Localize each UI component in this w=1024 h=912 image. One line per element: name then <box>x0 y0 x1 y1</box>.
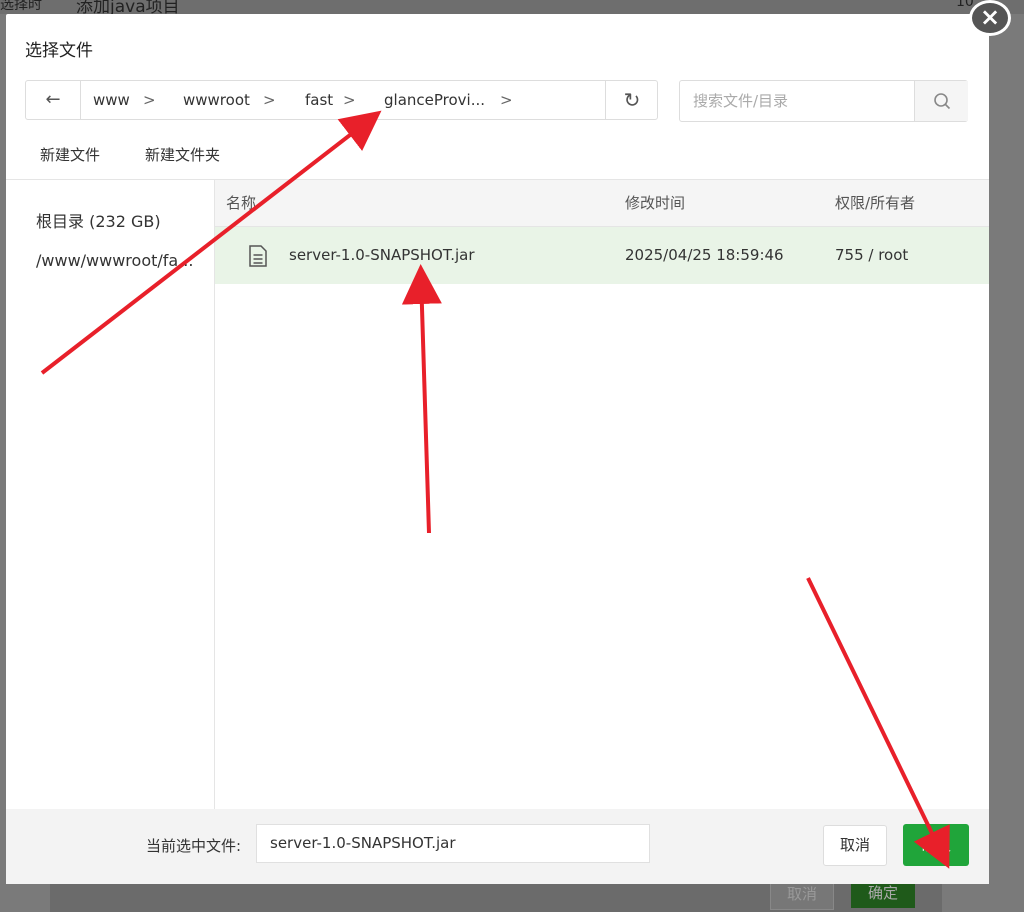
file-browser-pane: 根目录 (232 GB) /www/wwwroot/fa... 名称 修改时间 … <box>6 179 989 810</box>
file-modified-time: 2025/04/25 18:59:46 <box>625 246 784 264</box>
selected-file-field[interactable]: server-1.0-SNAPSHOT.jar <box>256 824 650 863</box>
breadcrumb-item-wwwroot[interactable]: wwwroot <box>183 81 250 119</box>
chevron-right-icon: > <box>263 91 276 109</box>
close-button[interactable]: × <box>969 0 1011 36</box>
sidebar-item-current-path[interactable]: /www/wwwroot/fa... <box>36 251 193 270</box>
search-box <box>679 80 968 122</box>
file-list-header: 名称 修改时间 权限/所有者 <box>215 180 989 227</box>
refresh-icon: ↻ <box>623 88 641 112</box>
dialog-footer: 当前选中文件: server-1.0-SNAPSHOT.jar 取消 确认 <box>6 809 989 884</box>
chevron-right-icon: > <box>500 91 513 109</box>
background-left-text: 选择时 <box>0 0 42 13</box>
file-name: server-1.0-SNAPSHOT.jar <box>289 246 475 264</box>
column-header-name[interactable]: 名称 <box>226 180 256 226</box>
selected-file-label: 当前选中文件: <box>146 837 242 855</box>
path-breadcrumb-bar: ← www > wwwroot > fast > glanceProvi... … <box>25 80 658 120</box>
breadcrumb-item-www[interactable]: www <box>93 81 130 119</box>
chevron-right-icon: > <box>143 91 156 109</box>
refresh-button[interactable]: ↻ <box>605 81 658 119</box>
file-permissions: 755 / root <box>835 246 909 264</box>
new-folder-button[interactable]: 新建文件夹 <box>145 144 220 165</box>
chevron-right-icon: > <box>343 91 356 109</box>
breadcrumb-item-current[interactable]: glanceProvi... <box>384 81 485 119</box>
file-icon <box>249 245 267 267</box>
dialog-title: 选择文件 <box>25 41 93 61</box>
file-picker-dialog: 选择文件 ← www > wwwroot > fast > glanceProv… <box>6 14 989 884</box>
cancel-button[interactable]: 取消 <box>823 825 887 866</box>
search-icon <box>933 93 950 110</box>
breadcrumb-item-fast[interactable]: fast <box>305 81 333 119</box>
confirm-button[interactable]: 确认 <box>903 824 969 866</box>
file-list: 名称 修改时间 权限/所有者 server-1.0-SNAPSHOT.jar 2… <box>215 180 989 810</box>
search-input[interactable] <box>680 81 913 121</box>
arrow-left-icon: ← <box>45 89 61 110</box>
new-file-button[interactable]: 新建文件 <box>40 144 100 165</box>
directory-sidebar: 根目录 (232 GB) /www/wwwroot/fa... <box>6 180 215 810</box>
table-row[interactable]: server-1.0-SNAPSHOT.jar 2025/04/25 18:59… <box>215 227 989 284</box>
column-header-modified[interactable]: 修改时间 <box>625 180 685 226</box>
sidebar-item-root[interactable]: 根目录 (232 GB) <box>36 208 161 232</box>
back-button[interactable]: ← <box>26 81 81 119</box>
column-header-permissions[interactable]: 权限/所有者 <box>835 180 915 226</box>
search-button[interactable] <box>914 81 968 121</box>
close-icon: × <box>979 3 1001 31</box>
